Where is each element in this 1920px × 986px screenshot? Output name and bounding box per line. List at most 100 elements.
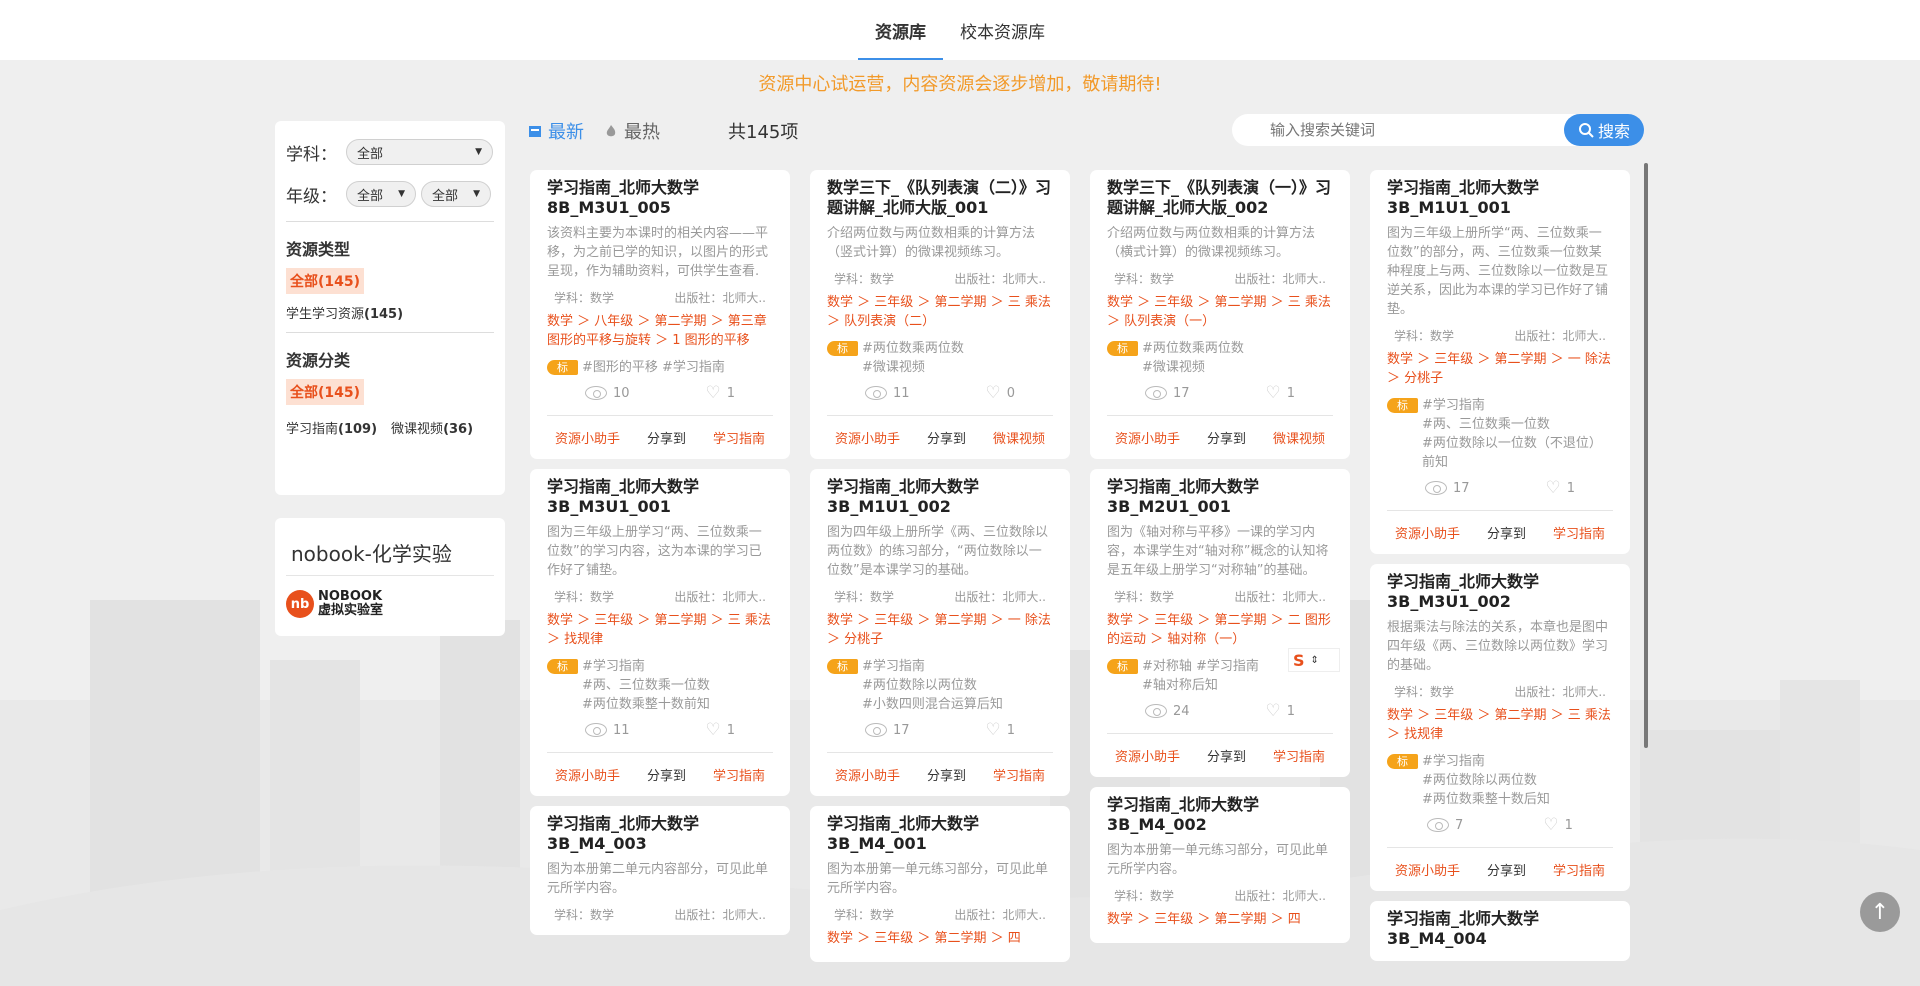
share-link[interactable]: 分享到 bbox=[647, 765, 686, 784]
card-title[interactable]: 学习指南_北师大数学3B_M4_004 bbox=[1387, 909, 1613, 949]
share-link[interactable]: 分享到 bbox=[1487, 523, 1526, 542]
resource-card[interactable]: 数学三下_《队列表演（一）》习题讲解_北师大版_002 介绍两位数与两位数相乘的计… bbox=[1090, 170, 1350, 459]
likes[interactable]: ♡ 0 bbox=[985, 383, 1015, 403]
category-study-guide[interactable]: 学习指南(109) bbox=[286, 418, 377, 437]
card-actions: 资源小助手 分享到 学习指南 bbox=[1107, 733, 1333, 777]
resource-card[interactable]: 学习指南_北师大数学3B_M4_003 图为本册第二单元内容部分，可见此单元所学内… bbox=[530, 806, 790, 935]
card-title[interactable]: 学习指南_北师大数学3B_M3U1_002 bbox=[1387, 572, 1613, 612]
back-to-top-button[interactable]: ↑ bbox=[1860, 892, 1900, 932]
card-path[interactable]: 数学 ＞ 三年级 ＞ 第二学期 ＞ 四 bbox=[827, 929, 1053, 948]
share-link[interactable]: 分享到 bbox=[1207, 428, 1246, 447]
tab-resource-library[interactable]: 资源库 bbox=[858, 0, 943, 60]
resource-card[interactable]: 学习指南_北师大数学8B_M3U1_005 该资料主要为本课时的相关内容——平移，… bbox=[530, 170, 790, 459]
scrollbar[interactable] bbox=[1644, 163, 1648, 748]
subject-select[interactable]: 全部 ▼ bbox=[346, 139, 493, 165]
nobook-panel[interactable]: nobook-化学实验 nb NOBOOK 虚拟实验室 bbox=[275, 518, 505, 636]
card-title[interactable]: 学习指南_北师大数学3B_M1U1_002 bbox=[827, 477, 1053, 517]
resource-helper-link[interactable]: 资源小助手 bbox=[835, 765, 900, 784]
share-link[interactable]: 分享到 bbox=[927, 428, 966, 447]
card-title[interactable]: 学习指南_北师大数学3B_M1U1_001 bbox=[1387, 178, 1613, 218]
resource-card[interactable]: 数学三下_《队列表演（二）》习题讲解_北师大版_001 介绍两位数与两位数相乘的计… bbox=[810, 170, 1070, 459]
likes[interactable]: ♡ 1 bbox=[985, 720, 1015, 740]
card-meta: 学科：数学 出版社：北师大.. bbox=[1107, 588, 1333, 605]
resource-helper-link[interactable]: 资源小助手 bbox=[1115, 428, 1180, 447]
grade-select-2[interactable]: 全部 ▼ bbox=[421, 181, 491, 207]
resource-card[interactable]: 学习指南_北师大数学3B_M1U1_002 图为四年级上册所学《两、三位数除以两位… bbox=[810, 469, 1070, 796]
resource-grid: 学习指南_北师大数学8B_M3U1_005 该资料主要为本课时的相关内容——平移，… bbox=[530, 170, 1630, 986]
resource-card[interactable]: 学习指南_北师大数学3B_M4_001 图为本册第一单元练习部分，可见此单元所学内… bbox=[810, 806, 1070, 962]
resource-helper-link[interactable]: 资源小助手 bbox=[835, 428, 900, 447]
sort-hottest[interactable]: 最热 bbox=[604, 118, 660, 144]
resource-card[interactable]: 学习指南_北师大数学3B_M1U1_001 图为三年级上册所学“两、三位数乘一位数… bbox=[1370, 170, 1630, 554]
resource-card[interactable]: 学习指南_北师大数学3B_M3U1_002 根据乘法与除法的关系，本章也是图中四年… bbox=[1370, 564, 1630, 891]
likes-count: 1 bbox=[1286, 385, 1295, 401]
card-subject: 学科：数学 bbox=[834, 908, 895, 922]
resource-type-link[interactable]: 微课视频 bbox=[993, 428, 1045, 447]
search-input[interactable] bbox=[1232, 115, 1564, 145]
search-button[interactable]: 搜索 bbox=[1564, 114, 1644, 146]
resource-type-link[interactable]: 学习指南 bbox=[1553, 860, 1605, 879]
card-meta: 学科：数学 出版社：北师大.. bbox=[827, 588, 1053, 605]
card-title[interactable]: 学习指南_北师大数学3B_M4_002 bbox=[1107, 795, 1333, 835]
likes[interactable]: ♡ 1 bbox=[1265, 383, 1295, 403]
card-path[interactable]: 数学 ＞ 三年级 ＞ 第二学期 ＞ 三 乘法 ＞ 队列表演（一） bbox=[1107, 293, 1333, 331]
resource-type-link[interactable]: 学习指南 bbox=[993, 765, 1045, 784]
card-subject: 学科：数学 bbox=[554, 590, 615, 604]
card-title[interactable]: 学习指南_北师大数学3B_M3U1_001 bbox=[547, 477, 773, 517]
resource-helper-link[interactable]: 资源小助手 bbox=[1395, 523, 1460, 542]
resource-category-all[interactable]: 全部(145) bbox=[286, 379, 365, 405]
sort-hottest-label: 最热 bbox=[624, 122, 660, 143]
resource-type-link[interactable]: 学习指南 bbox=[1553, 523, 1605, 542]
resource-card[interactable]: 学习指南_北师大数学3B_M4_004 bbox=[1370, 901, 1630, 961]
card-path[interactable]: 数学 ＞ 三年级 ＞ 第二学期 ＞ 三 乘法 ＞ 找规律 bbox=[547, 611, 773, 649]
resource-helper-link[interactable]: 资源小助手 bbox=[1115, 746, 1180, 765]
card-title[interactable]: 数学三下_《队列表演（二）》习题讲解_北师大版_001 bbox=[827, 178, 1053, 218]
card-path[interactable]: 数学 ＞ 三年级 ＞ 第二学期 ＞ 三 乘法 ＞ 找规律 bbox=[1387, 706, 1613, 744]
resource-type-link[interactable]: 学习指南 bbox=[713, 428, 765, 447]
card-path[interactable]: 数学 ＞ 三年级 ＞ 第二学期 ＞ 二 图形的运动 ＞ 轴对称（一） bbox=[1107, 611, 1333, 649]
likes[interactable]: ♡ 1 bbox=[705, 720, 735, 740]
card-path[interactable]: 数学 ＞ 三年级 ＞ 第二学期 ＞ 一 除法 ＞ 分桃子 bbox=[827, 611, 1053, 649]
category-micro-video-count: (36) bbox=[443, 422, 474, 437]
resource-type-link[interactable]: 学习指南 bbox=[713, 765, 765, 784]
card-stats: 17 ♡ 1 bbox=[1387, 478, 1613, 498]
tab-school-resource-library[interactable]: 校本资源库 bbox=[943, 0, 1062, 60]
card-actions: 资源小助手 分享到 学习指南 bbox=[547, 415, 773, 459]
card-title[interactable]: 学习指南_北师大数学3B_M2U1_001 bbox=[1107, 477, 1333, 517]
share-link[interactable]: 分享到 bbox=[1207, 746, 1246, 765]
card-subject: 学科：数学 bbox=[834, 272, 895, 286]
share-link[interactable]: 分享到 bbox=[1487, 860, 1526, 879]
card-title[interactable]: 学习指南_北师大数学8B_M3U1_005 bbox=[547, 178, 773, 218]
resource-type-link[interactable]: 学习指南 bbox=[1273, 746, 1325, 765]
card-meta: 学科：数学 出版社：北师大.. bbox=[827, 906, 1053, 923]
card-title[interactable]: 学习指南_北师大数学3B_M4_001 bbox=[827, 814, 1053, 854]
resource-card[interactable]: 学习指南_北师大数学3B_M2U1_001 图为《轴对称与平移》一课的学习内容，本… bbox=[1090, 469, 1350, 777]
likes[interactable]: ♡ 1 bbox=[1265, 701, 1295, 721]
category-micro-video[interactable]: 微课视频(36) bbox=[391, 418, 473, 437]
card-path[interactable]: 数学 ＞ 三年级 ＞ 第二学期 ＞ 三 乘法 ＞ 队列表演（二） bbox=[827, 293, 1053, 331]
card-title[interactable]: 数学三下_《队列表演（一）》习题讲解_北师大版_002 bbox=[1107, 178, 1333, 218]
sort-newest[interactable]: 最新 bbox=[528, 118, 584, 144]
likes[interactable]: ♡ 1 bbox=[1545, 478, 1575, 498]
resource-helper-link[interactable]: 资源小助手 bbox=[555, 765, 620, 784]
heart-icon: ♡ bbox=[705, 383, 721, 403]
card-path[interactable]: 数学 ＞ 三年级 ＞ 第二学期 ＞ 一 除法 ＞ 分桃子 bbox=[1387, 350, 1613, 388]
grade-select-1[interactable]: 全部 ▼ bbox=[346, 181, 416, 207]
input-method-icon[interactable]: S ⇕ bbox=[1288, 648, 1340, 672]
resource-type-all[interactable]: 全部(145) bbox=[286, 268, 365, 294]
share-link[interactable]: 分享到 bbox=[647, 428, 686, 447]
card-path[interactable]: 数学 ＞ 三年级 ＞ 第二学期 ＞ 四 bbox=[1107, 910, 1333, 929]
likes[interactable]: ♡ 1 bbox=[1543, 815, 1573, 835]
resource-card[interactable]: 学习指南_北师大数学3B_M3U1_001 图为三年级上册学习“两、三位数乘一位数… bbox=[530, 469, 790, 796]
card-path[interactable]: 数学 ＞ 八年级 ＞ 第二学期 ＞ 第三章 图形的平移与旋转 ＞ 1 图形的平移 bbox=[547, 312, 773, 350]
share-link[interactable]: 分享到 bbox=[927, 765, 966, 784]
updown-icon: ⇕ bbox=[1310, 654, 1319, 666]
likes[interactable]: ♡ 1 bbox=[705, 383, 735, 403]
card-title[interactable]: 学习指南_北师大数学3B_M4_003 bbox=[547, 814, 773, 854]
card-publisher: 出版社：北师大.. bbox=[674, 291, 766, 305]
resource-type-link[interactable]: 微课视频 bbox=[1273, 428, 1325, 447]
resource-type-student[interactable]: 学生学习资源(145) bbox=[286, 303, 494, 322]
resource-helper-link[interactable]: 资源小助手 bbox=[1395, 860, 1460, 879]
resource-card[interactable]: 学习指南_北师大数学3B_M4_002 图为本册第一单元练习部分，可见此单元所学内… bbox=[1090, 787, 1350, 943]
resource-helper-link[interactable]: 资源小助手 bbox=[555, 428, 620, 447]
